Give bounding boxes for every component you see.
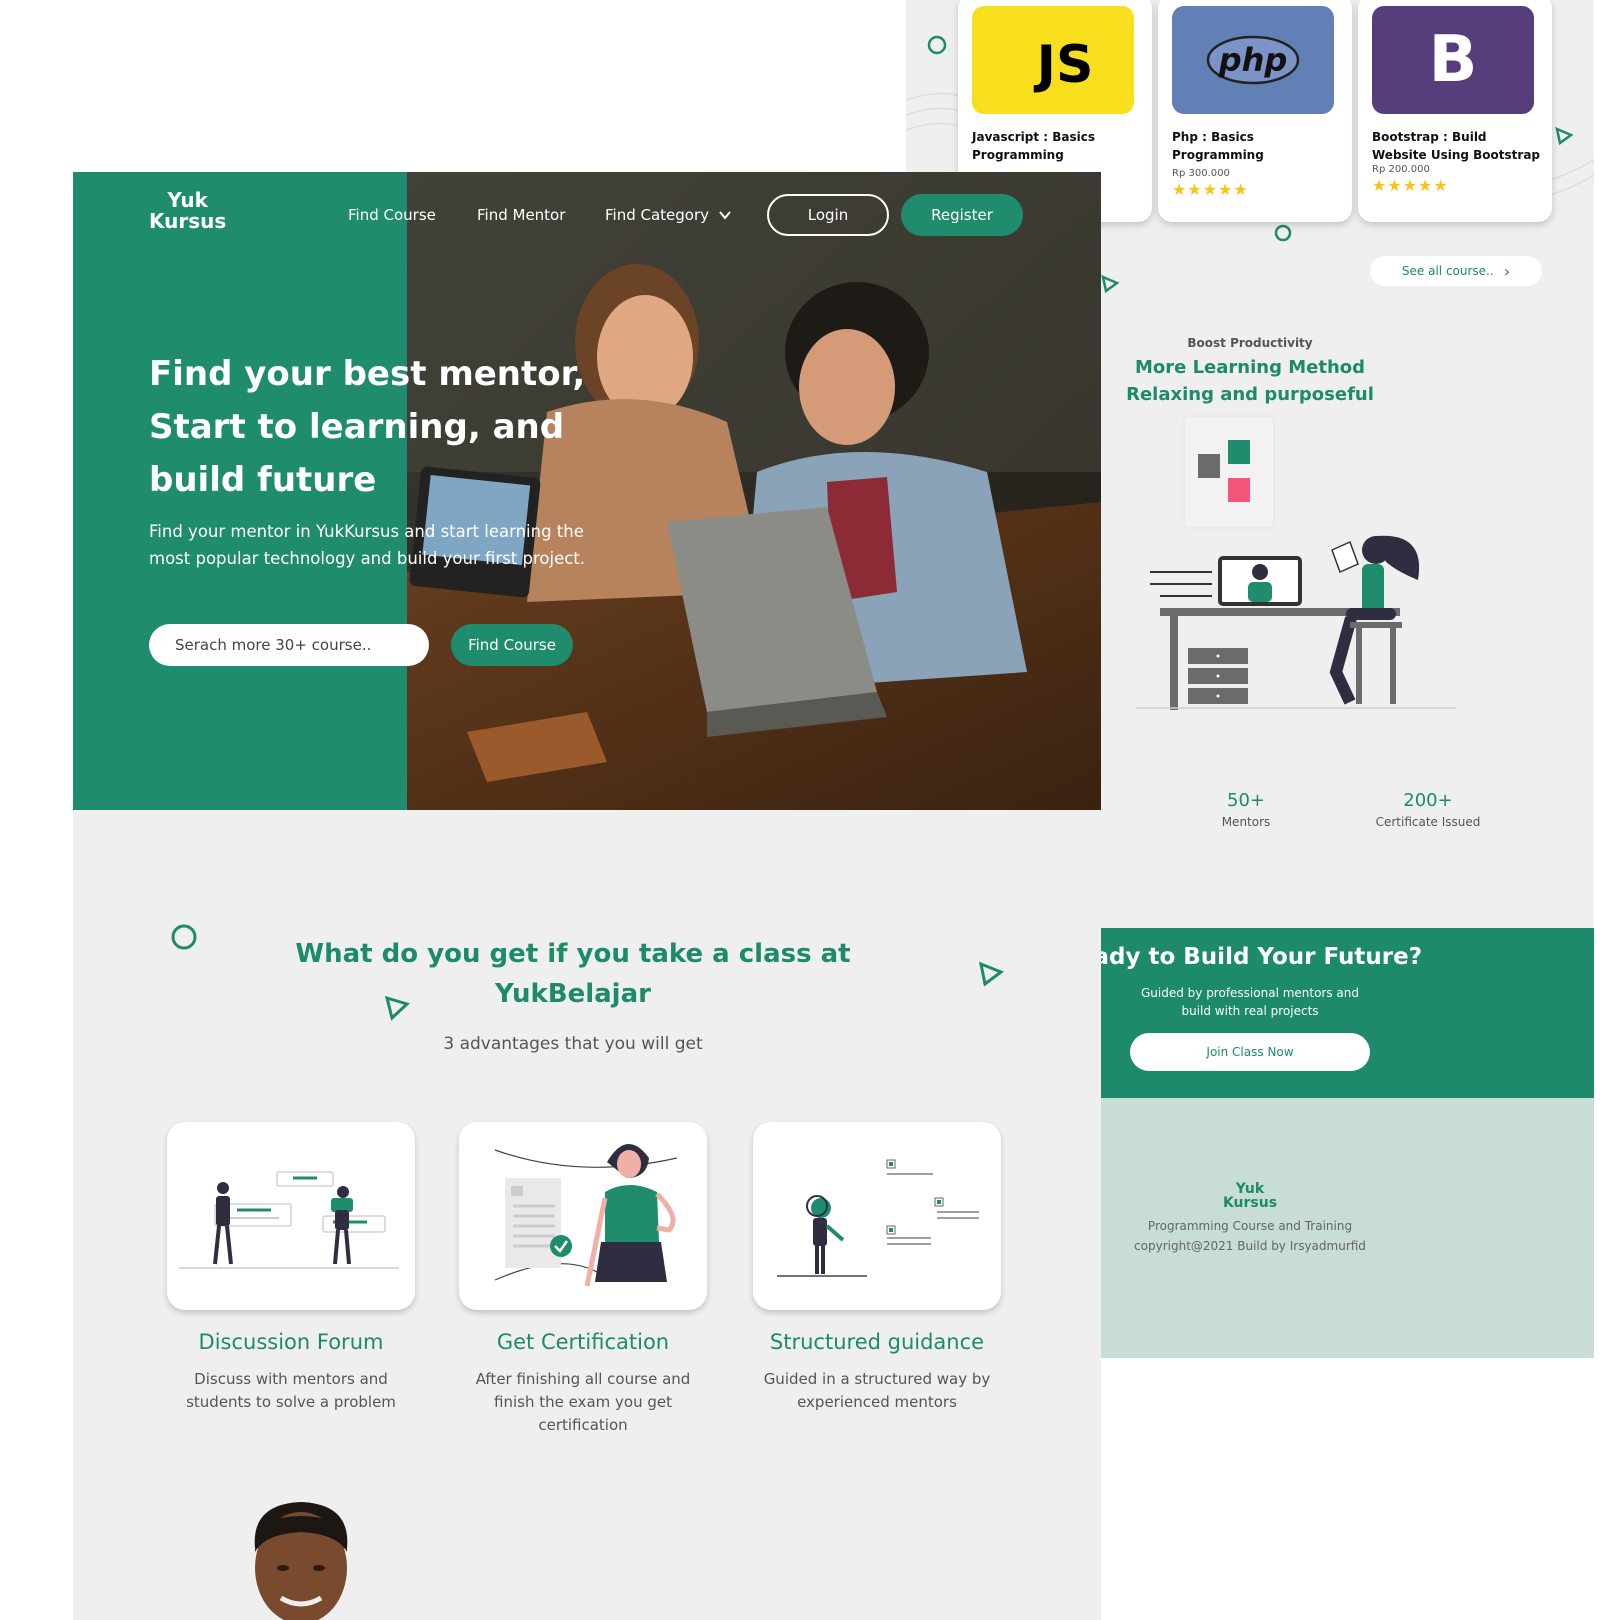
feature-desc-certification: After finishing all course and finish th…	[475, 1370, 691, 1434]
course-card-php[interactable]: php Php : Basics Programming Rp 300.000 …	[1158, 0, 1352, 222]
circle-decoration	[1274, 224, 1292, 242]
nav-find-mentor[interactable]: Find Mentor	[477, 206, 565, 224]
rating-stars-icon: ★★★★★	[1172, 180, 1249, 199]
hero-section: Yuk Kursus Find Course Find Mentor Find …	[73, 172, 1101, 810]
triangle-decoration	[978, 961, 1005, 987]
discussion-illustration	[179, 1171, 399, 1269]
register-button[interactable]: Register	[901, 194, 1023, 236]
feature-desc-discussion: Discuss with mentors and students to sol…	[186, 1370, 396, 1411]
see-all-courses-button[interactable]: See all course.. ›	[1370, 256, 1542, 286]
feature-card-certification	[459, 1122, 707, 1310]
find-course-button[interactable]: Find Course	[451, 624, 573, 666]
feature-title-certification: Get Certification	[496, 1330, 670, 1354]
stat-certificates: 200+ Certificate Issued	[1375, 790, 1481, 829]
javascript-logo-icon: JS	[972, 6, 1134, 114]
guidance-illustration	[777, 1159, 979, 1277]
stat-mentors: 50+ Mentors	[1221, 790, 1271, 829]
learning-illustration	[1136, 415, 1456, 710]
circle-decoration	[927, 35, 947, 55]
advantages-title: What do you get if you take a class at Y…	[295, 939, 851, 1009]
login-button[interactable]: Login	[767, 194, 889, 236]
hero-title: Find your best mentor, Start to learning…	[149, 354, 586, 500]
circle-decoration	[171, 924, 197, 950]
feature-desc-guidance: Guided in a structured way by experience…	[763, 1370, 991, 1411]
brand-logo[interactable]: Yuk Kursus	[149, 190, 226, 232]
feature-title-discussion: Discussion Forum	[198, 1330, 384, 1354]
course-title: Php : Basics Programming	[1172, 130, 1264, 162]
course-card-bootstrap[interactable]: B Bootstrap : Build Website Using Bootst…	[1358, 0, 1552, 222]
course-price: Rp 200.000	[1372, 164, 1430, 175]
nav-find-category[interactable]: Find Category	[605, 206, 732, 224]
bootstrap-logo-icon: B	[1372, 6, 1534, 114]
course-search-input[interactable]	[149, 624, 429, 666]
left-page-preview: Yuk Kursus Find Course Find Mentor Find …	[73, 172, 1101, 1620]
rating-stars-icon: ★★★★★	[1372, 176, 1449, 195]
php-logo-icon: php	[1172, 6, 1334, 114]
course-title: Javascript : Basics Programming	[972, 130, 1096, 162]
triangle-decoration	[1101, 274, 1120, 294]
join-class-button[interactable]: Join Class Now	[1130, 1033, 1370, 1071]
hero-subtitle: Find your mentor in YukKursus and start …	[149, 522, 586, 568]
chevron-right-icon: ›	[1503, 261, 1511, 281]
triangle-decoration	[1555, 126, 1574, 146]
feature-card-discussion	[167, 1122, 415, 1310]
course-title: Bootstrap : Build Website Using Bootstra…	[1372, 130, 1541, 162]
cta-subtitle: Guided by professional mentors and build…	[1140, 986, 1360, 1018]
nav-find-course[interactable]: Find Course	[348, 206, 436, 224]
course-price: Rp 300.000	[1172, 168, 1230, 179]
advantages-subtitle: 3 advantages that you will get	[443, 1034, 703, 1054]
chevron-down-icon	[719, 211, 731, 220]
mentor-avatar	[254, 1502, 348, 1620]
certification-illustration	[494, 1143, 678, 1287]
feature-title-guidance: Structured guidance	[769, 1330, 985, 1354]
feature-card-guidance	[753, 1122, 1001, 1310]
